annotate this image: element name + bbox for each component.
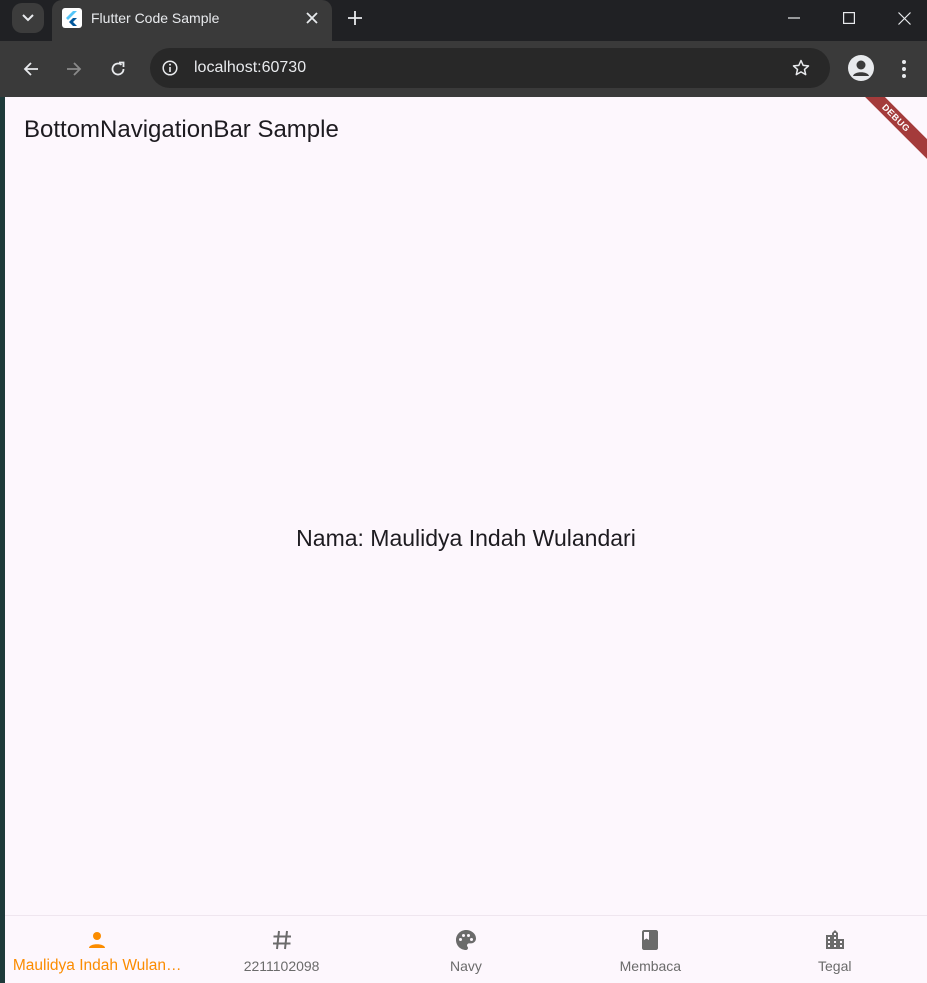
url-text: localhost:60730 — [194, 59, 307, 76]
bottom-nav-item-nim[interactable]: 2211102098 — [189, 916, 373, 983]
bookmark-star-icon[interactable] — [790, 57, 812, 79]
debug-banner: DEBUG — [845, 97, 927, 169]
minimize-icon[interactable] — [774, 4, 814, 32]
profile-avatar-icon[interactable] — [848, 55, 874, 81]
window-close-icon[interactable] — [884, 4, 924, 32]
palette-icon — [454, 928, 478, 952]
nav-label: Maulidya Indah Wulan… — [12, 957, 182, 974]
bottom-nav-item-hobby[interactable]: Membaca — [558, 916, 742, 983]
bottom-navigation-bar: Maulidya Indah Wulan… 2211102098 Navy Me… — [5, 915, 927, 983]
browser-toolbar: localhost:60730 — [0, 41, 927, 97]
flutter-app: BottomNavigationBar Sample DEBUG Nama: M… — [5, 97, 927, 983]
tab-search-button[interactable] — [12, 3, 44, 33]
bottom-nav-item-nama[interactable]: Maulidya Indah Wulan… — [5, 916, 189, 983]
flutter-logo-icon — [62, 8, 82, 28]
browser-tabstrip: Flutter Code Sample — [0, 0, 927, 41]
forward-arrow-icon[interactable] — [60, 55, 88, 83]
browser-menu-icon[interactable] — [894, 55, 914, 83]
chevron-down-icon — [22, 14, 34, 22]
maximize-icon[interactable] — [829, 4, 869, 32]
bottom-nav-item-city[interactable]: Tegal — [743, 916, 927, 983]
content-text: Nama: Maulidya Indah Wulandari — [296, 525, 636, 551]
nav-label: 2211102098 — [243, 958, 320, 974]
browser-tab[interactable]: Flutter Code Sample — [52, 0, 332, 41]
nav-label: Navy — [450, 958, 482, 974]
back-arrow-icon[interactable] — [17, 55, 45, 83]
page-title: BottomNavigationBar Sample — [24, 116, 339, 143]
book-icon — [638, 928, 662, 952]
new-tab-icon[interactable] — [343, 6, 367, 30]
address-bar[interactable]: localhost:60730 — [150, 48, 830, 88]
nav-label: Membaca — [619, 958, 682, 974]
site-info-icon[interactable] — [160, 58, 180, 78]
bottom-nav-item-color[interactable]: Navy — [374, 916, 558, 983]
tab-close-icon[interactable] — [302, 8, 322, 28]
tab-title: Flutter Code Sample — [91, 10, 220, 26]
person-icon — [85, 928, 109, 952]
nav-label: Tegal — [818, 958, 852, 974]
city-icon — [823, 928, 847, 952]
hash-icon — [270, 928, 294, 952]
reload-icon[interactable] — [104, 55, 132, 83]
